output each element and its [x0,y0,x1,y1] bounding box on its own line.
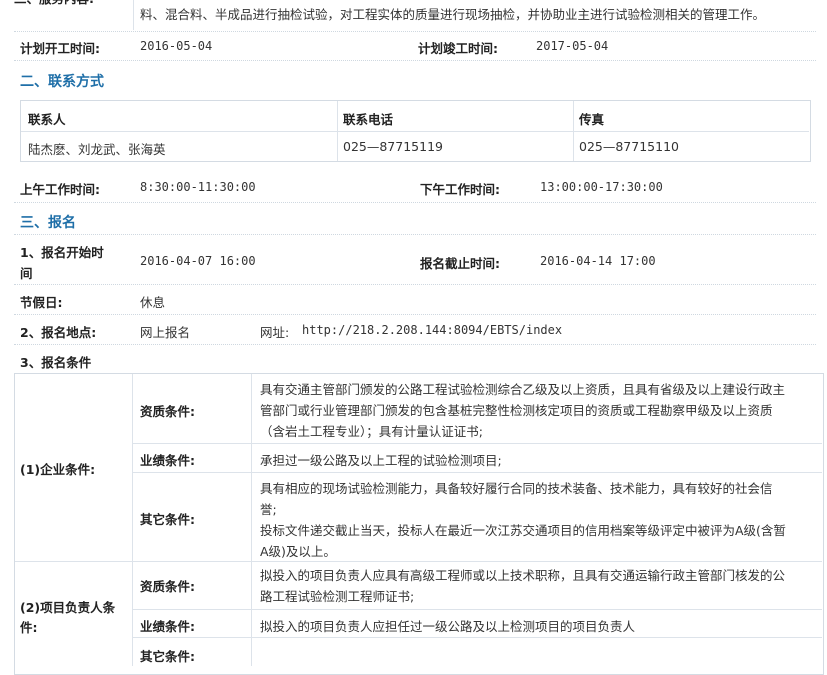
divider [337,101,338,161]
manager-conditions-label: (2)项目负责人条 [20,600,116,615]
divider [251,374,252,666]
divider [133,0,134,30]
divider [21,131,809,132]
contact-fax: 025—87715110 [579,139,679,154]
divider [14,60,816,61]
manager-conditions-label-cont: 件: [20,620,38,635]
divider [133,443,822,444]
enterprise-perf-text: 承担过一级公路及以上工程的试验检测项目; [260,453,502,468]
manager-qual-text: 拟投入的项目负责人应具有高级工程师或以上技术职称，且具有交通运输行政主管部门核发… [260,568,786,604]
contact-header-fax: 传真 [579,112,605,127]
signup-place-value: 网上报名 [140,325,191,340]
signup-start-label: 1、报名开始时 [20,245,104,260]
divider [14,202,816,203]
plan-start-label: 计划开工时间: [20,41,100,56]
divider [14,234,816,235]
manager-perf-text: 拟投入的项目负责人应担任过一级公路及以上检测项目的项目负责人 [260,619,636,634]
signup-end-label: 报名截止时间: [420,256,500,271]
divider [133,637,822,638]
scope-text: 料、混合料、半成品进行抽检试验，对工程实体的质量进行现场抽检，并协助业主进行试验… [140,7,766,22]
am-hours-value: 8:30:00-11:30:00 [140,180,256,194]
enterprise-other-text: 具有相应的现场试验检测能力，具备较好履行合同的技术装备、技术能力，具有较好的社会… [260,481,786,559]
signup-url-link[interactable]: http://218.2.208.144:8094/EBTS/index [302,323,562,337]
signup-start-value: 2016-04-07 16:00 [140,254,256,268]
contact-phone: 025—87715119 [343,139,443,154]
contact-header-person: 联系人 [28,112,66,127]
plan-end-label: 计划竣工时间: [418,41,498,56]
holiday-label: 节假日: [20,295,63,310]
contact-header-phone: 联系电话 [343,112,394,127]
scope-label-fragment: 二、服务内容: [14,0,134,9]
manager-other-label: 其它条件: [140,649,195,664]
divider [132,374,133,666]
pm-hours-label: 下午工作时间: [420,182,500,197]
enterprise-qual-label: 资质条件: [140,404,195,419]
manager-perf-label: 业绩条件: [140,619,195,634]
plan-start-value: 2016-05-04 [140,39,213,53]
divider [14,344,816,345]
signup-conditions-label: 3、报名条件 [20,355,92,370]
plan-end-value: 2017-05-04 [536,39,609,53]
divider [573,101,574,161]
divider [14,31,816,32]
section-heading-contact: 二、联系方式 [20,74,104,90]
signup-start-label-cont: 间 [20,266,33,281]
divider [133,609,822,610]
divider [14,284,816,285]
manager-qual-label: 资质条件: [140,579,195,594]
pm-hours-value: 13:00:00-17:30:00 [540,180,663,194]
divider [14,314,816,315]
enterprise-other-label: 其它条件: [140,512,195,527]
am-hours-label: 上午工作时间: [20,182,100,197]
signup-place-label: 2、报名地点: [20,325,97,340]
enterprise-qual-text: 具有交通主管部门颁发的公路工程试验检测综合乙级及以上资质，且具有省级及以上建设行… [260,382,786,439]
enterprise-perf-label: 业绩条件: [140,453,195,468]
signup-url-label: 网址: [260,325,290,340]
divider [133,472,822,473]
signup-end-value: 2016-04-14 17:00 [540,254,656,268]
holiday-value: 休息 [140,295,166,310]
section-heading-signup: 三、报名 [20,215,76,231]
enterprise-conditions-label: (1)企业条件: [20,462,96,477]
contact-person: 陆杰麽、刘龙武、张海英 [28,142,166,157]
